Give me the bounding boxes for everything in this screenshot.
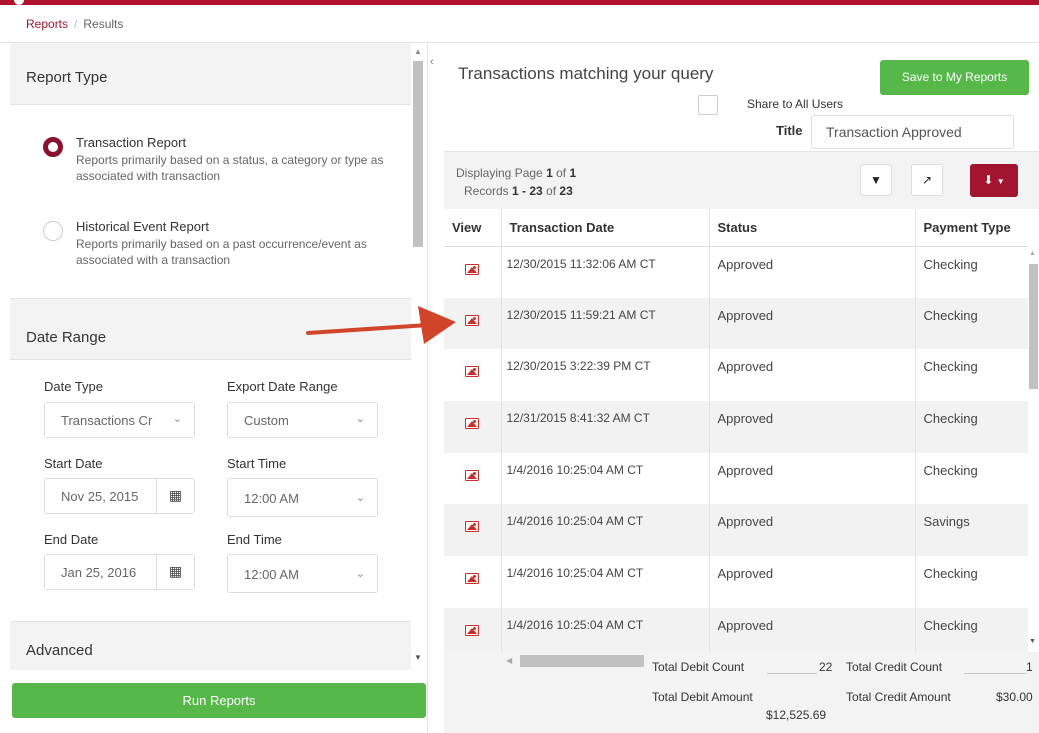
annotation-arrow-icon <box>306 306 456 344</box>
